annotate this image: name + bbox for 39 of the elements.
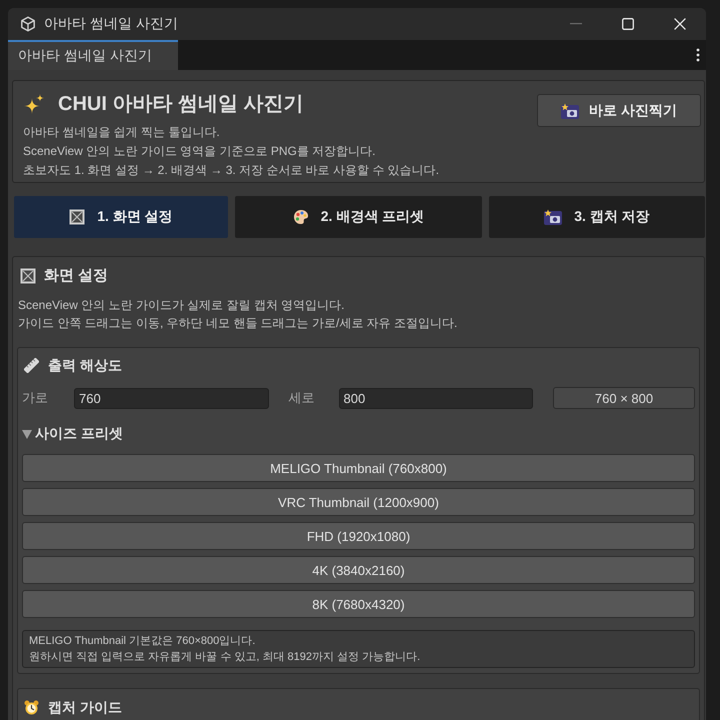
framed-picture-icon — [20, 268, 36, 284]
window-title: 아바타 썸네일 사진기 — [44, 15, 178, 33]
framed-picture-icon — [69, 209, 86, 225]
minimize-icon — [570, 23, 582, 25]
resolution-summary: 760 × 800 — [553, 387, 695, 409]
description-line: SceneView 안의 노란 가이드 영역을 기준으로 PNG를 저장합니다. — [23, 143, 376, 160]
preset-button[interactable]: MELIGO Thumbnail (760x800) — [22, 454, 695, 482]
camera-icon — [544, 209, 562, 225]
subsection-title: 출력 해상도 — [48, 356, 122, 375]
help-box: MELIGO Thumbnail 기본값은 760×800입니다. 원하시면 직접 입력으로 자유롭게 바꿀 수 있고, 최대 8192까지 설정 가능합니다. — [22, 630, 695, 668]
ruler-icon — [24, 358, 39, 372]
preset-button[interactable]: FHD (1920x1080) — [22, 522, 695, 550]
close-icon — [674, 18, 686, 30]
number-field[interactable]: 760 — [74, 388, 268, 408]
maximize-icon — [622, 18, 634, 30]
more-menu-icon[interactable] — [696, 48, 700, 62]
step-tab[interactable]: 3. 캡처 저장 — [489, 196, 705, 238]
snapshot-button[interactable]: 바로 사진찍기 — [537, 94, 701, 127]
preset-button[interactable]: VRC Thumbnail (1200x900) — [22, 488, 695, 516]
palette-icon — [292, 209, 309, 225]
preset-button[interactable]: 4K (3840x2160) — [22, 556, 695, 584]
field-label: 가로 — [22, 389, 49, 407]
description-line: 초보자도 1. 화면 설정 → 2. 배경색 → 3. 저장 순서로 바로 사용할 수 있습니다. — [23, 162, 440, 179]
preset-button[interactable]: 8K (7680x4320) — [22, 590, 695, 618]
subsection-title: 캡처 가이드 — [48, 698, 122, 717]
description-line: 아바타 썸네일을 쉽게 찍는 툴입니다. — [23, 124, 221, 141]
editor-tab[interactable]: 아바타 썸네일 사진기 — [8, 40, 178, 70]
step-tab[interactable]: 2. 배경색 프리셋 — [235, 196, 482, 238]
description-line: SceneView 안의 노란 가이드가 실제로 잘릴 캡처 영역입니다. — [18, 297, 346, 314]
alarm-clock-icon — [24, 700, 39, 714]
description-line: 가이드 안쪽 드래그는 이동, 우하단 네모 핸들 드래그는 가로/세로 자유 조절입니다. — [18, 315, 458, 332]
cube-icon — [20, 16, 36, 32]
field-label: 세로 — [288, 389, 316, 407]
camera-icon — [561, 102, 580, 118]
foldout-toggle[interactable]: 사이즈 프리셋 — [22, 424, 123, 444]
step-tab[interactable]: 1. 화면 설정 — [14, 196, 228, 238]
app-title: CHUI 아바타 썸네일 사진기 — [58, 92, 304, 117]
number-field[interactable]: 800 — [338, 388, 533, 408]
section-title: 화면 설정 — [44, 266, 108, 286]
